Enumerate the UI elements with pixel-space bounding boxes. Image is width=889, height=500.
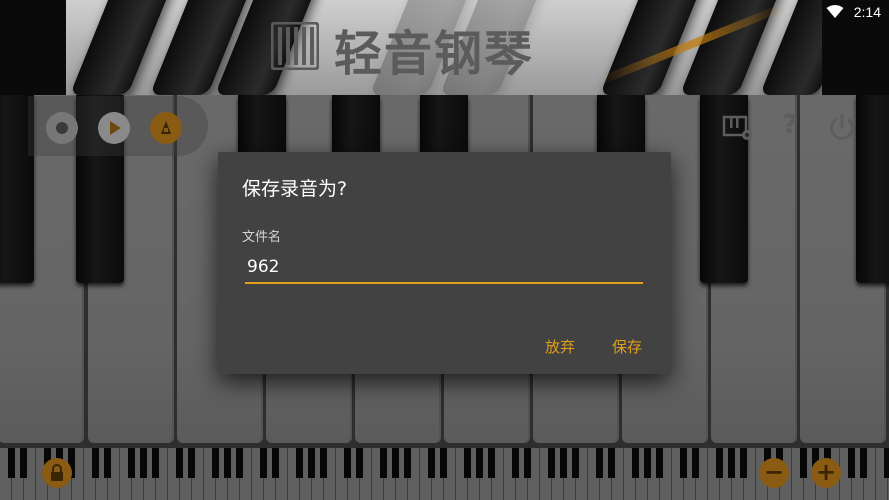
app-screen: 2:14 轻音钢琴 ? − + 保存录音为? 文件名 962 放弃 保存 [0, 0, 889, 500]
play-button[interactable] [98, 112, 130, 144]
filename-input[interactable] [245, 252, 643, 284]
lock-button[interactable] [42, 458, 72, 488]
dialog-title: 保存录音为? [242, 178, 348, 200]
filename-label: 文件名 [242, 230, 282, 245]
status-time: 2:14 [853, 4, 881, 20]
power-icon[interactable] [826, 112, 858, 144]
metronome-button[interactable] [150, 112, 182, 144]
zoom-in-button[interactable]: + [811, 458, 841, 488]
status-bar: 2:14 [0, 0, 889, 26]
record-button[interactable] [46, 112, 78, 144]
discard-button[interactable]: 放弃 [545, 336, 575, 357]
save-recording-dialog: 保存录音为? 文件名 放弃 保存 [218, 152, 671, 374]
wifi-icon [826, 5, 844, 18]
save-button[interactable]: 保存 [612, 336, 642, 357]
zoom-out-button[interactable]: − [759, 458, 789, 488]
help-button[interactable]: ? [778, 110, 802, 144]
piano-logo-icon [271, 22, 319, 70]
lock-icon [51, 464, 63, 481]
keyboard-settings-icon[interactable] [722, 114, 754, 142]
